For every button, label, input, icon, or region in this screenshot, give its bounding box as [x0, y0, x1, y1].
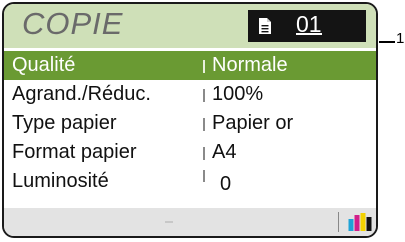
copy-count: 01 [296, 11, 322, 37]
setting-value: A4 [212, 141, 237, 163]
status-divider [338, 212, 339, 232]
setting-label: Luminosité [12, 170, 109, 192]
settings-list: Qualité Normale Agrand./Réduc. 100% Type… [4, 51, 376, 196]
setting-label: Type papier [12, 112, 117, 134]
setting-row-quality[interactable]: Qualité Normale [4, 51, 376, 80]
setting-row-paper-type[interactable]: Type papier Papier or [4, 109, 376, 138]
callout-number: 1 [396, 30, 405, 47]
scroll-indicator [165, 221, 173, 223]
screen-header: COPIE 01 [4, 4, 376, 48]
setting-value: Papier or [212, 112, 294, 134]
setting-label: Format papier [12, 141, 137, 163]
status-bar [4, 208, 376, 236]
setting-value: Normale [212, 54, 288, 76]
lcd-screen: COPIE 01 Qualité Normale Agrand./Réduc. … [2, 2, 378, 238]
separator [203, 118, 205, 131]
setting-label: Qualité [12, 54, 76, 76]
copy-count-box: 01 [248, 10, 366, 42]
separator [203, 60, 205, 73]
separator [203, 170, 205, 182]
separator [203, 89, 205, 102]
callout-line [379, 41, 395, 43]
setting-row-brightness[interactable]: Luminosité 0 [4, 167, 376, 196]
setting-row-paper-size[interactable]: Format papier A4 [4, 138, 376, 167]
separator [203, 147, 205, 160]
ink-level-icon [348, 213, 372, 231]
setting-label: Agrand./Réduc. [12, 83, 151, 105]
screen-title: COPIE [22, 6, 124, 41]
setting-row-enlarge-reduce[interactable]: Agrand./Réduc. 100% [4, 80, 376, 109]
document-icon [259, 18, 271, 34]
setting-value: 0 [220, 173, 232, 195]
setting-value: 100% [212, 83, 264, 105]
